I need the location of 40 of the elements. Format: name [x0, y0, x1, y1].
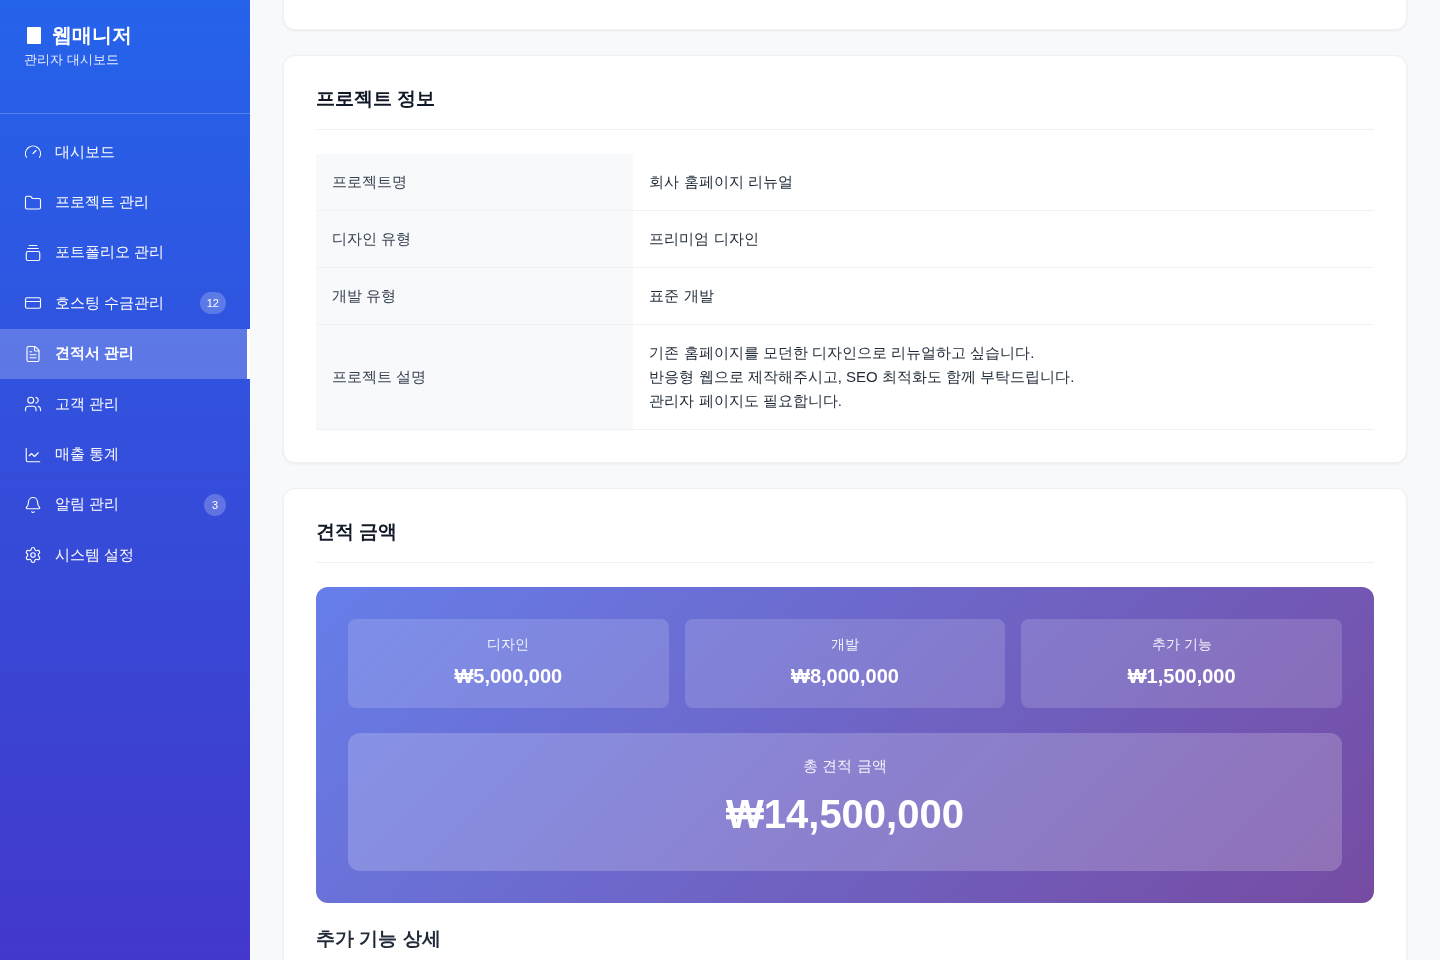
nav-item[interactable]: 프로젝트 관리 — [0, 177, 250, 228]
logo-mark-icon — [27, 26, 41, 44]
count-badge: 3 — [204, 493, 226, 516]
users-icon — [24, 395, 42, 414]
nav-item[interactable]: 호스팅 수금관리 12 — [0, 278, 250, 329]
bell-icon — [24, 495, 42, 514]
amount-value: ₩8,000,000 — [791, 664, 899, 689]
row-label-cell: 개발 유형 — [316, 267, 634, 325]
stacked-tray-icon — [24, 243, 42, 262]
nav-item[interactable]: 시스템 설정 — [0, 530, 250, 581]
amount-label: 개발 — [831, 635, 859, 654]
amount-value: ₩1,500,000 — [1127, 664, 1236, 689]
amount-label: 추가 기능 — [1151, 635, 1212, 654]
nav-item[interactable]: 알림 관리 3 — [0, 479, 250, 531]
nav-item[interactable]: 대시보드 — [0, 127, 250, 178]
settings-icon — [24, 546, 42, 565]
app-title: 웹매니저 — [52, 23, 132, 47]
total-amount: ₩14,500,000 — [726, 791, 964, 838]
total-label: 총 견적 금액 — [803, 756, 887, 776]
document-icon — [24, 344, 42, 363]
section-heading: 추가 기능 상세 — [316, 927, 441, 951]
row-value-cell: 프리미엄 디자인 — [633, 210, 1374, 268]
row-value-cell: 회사 홈페이지 리뉴얼 — [633, 154, 1374, 211]
amount-label: 디자인 — [487, 635, 530, 654]
row-label-cell: 프로젝트명 — [316, 154, 634, 211]
nav-item[interactable]: 포트폴리오 관리 — [0, 227, 250, 279]
row-value-cell: 표준 개발 — [633, 267, 1374, 325]
folder-icon — [24, 193, 42, 212]
nav-item[interactable]: 매출 통계 — [0, 429, 250, 480]
row-label-cell: 디자인 유형 — [316, 210, 634, 268]
row-value-cell: 기존 홈페이지를 모던한 디자인으로 리뉴얼하고 싶습니다. 반응형 웹으로 제작해주시고, SEO 최적화도 함께 부탁드립니다. 관리자 페이지도 필요합니다. — [633, 324, 1374, 430]
nav-item[interactable]: 고객 관리 — [0, 378, 250, 430]
nav-item[interactable]: 견적서 관리 — [0, 328, 250, 379]
card-title: 프로젝트 정보 — [316, 88, 436, 110]
amount-value: ₩5,000,000 — [454, 664, 563, 689]
row-label-cell: 프로젝트 설명 — [316, 324, 634, 430]
count-badge: 12 — [199, 292, 226, 315]
card-title: 견적 금액 — [316, 521, 398, 543]
line-chart-icon — [24, 445, 42, 464]
app-subtitle: 관리자 대시보드 — [24, 51, 120, 69]
